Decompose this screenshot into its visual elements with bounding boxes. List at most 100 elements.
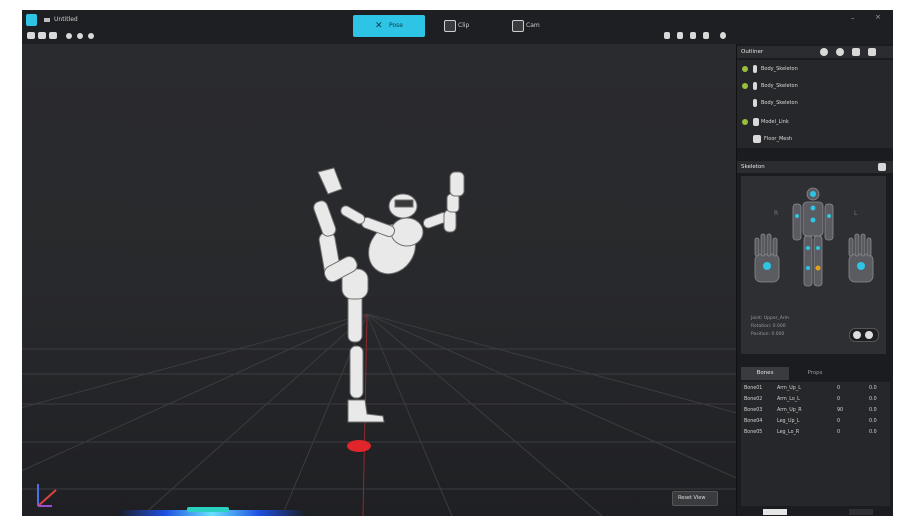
table-cell: 0.0 — [869, 419, 877, 424]
bottom-right-button[interactable] — [849, 509, 873, 515]
app-window: Untitled ✕ Pose Clip Cam – × Reset View … — [22, 10, 893, 516]
tab-props[interactable]: Props — [791, 367, 839, 380]
outliner-list: Body_Skeleton Body_Skeleton Body_Skeleto… — [737, 60, 893, 148]
reset-view-button[interactable]: Reset View — [672, 491, 718, 506]
mode-label-pose: Pose — [389, 22, 403, 29]
outliner-item-label: Body_Skeleton — [761, 100, 798, 106]
outliner-item-label: Floor_Mesh — [764, 136, 793, 142]
outliner-item-label: Model_Link — [761, 119, 789, 125]
undo-icon[interactable] — [66, 33, 72, 39]
table-row[interactable]: Bone01 Arm_Up_L 0 0.0 — [741, 386, 890, 396]
outliner-item[interactable]: Floor_Mesh — [737, 132, 893, 146]
info-line: Rotation: 0.000 — [751, 324, 786, 329]
mode-label-clip: Clip — [458, 22, 470, 29]
right-hand-joint[interactable] — [857, 262, 865, 270]
right-panel: Outliner Body_Skeleton Body_Skeleton Bod… — [736, 44, 893, 516]
redo-icon[interactable] — [77, 33, 83, 39]
toggle-knob-left — [853, 331, 861, 339]
table-cell: 0.0 — [869, 408, 877, 413]
top-toolbar: Untitled ✕ Pose Clip Cam – × — [22, 10, 893, 44]
info-lines: Joint: Upper_Arm Rotation: 0.000 Positio… — [751, 316, 789, 337]
bone-table: Bone01 Arm_Up_L 0 0.0 Bone02 Arm_Lo_L 0 … — [741, 382, 890, 506]
visibility-dot[interactable] — [742, 83, 748, 89]
skeleton-header: Skeleton — [737, 161, 893, 173]
table-cell: Arm_Lo_L — [777, 397, 800, 402]
eye-icon[interactable] — [664, 32, 670, 39]
tab-bones[interactable]: Bones — [741, 367, 789, 380]
skeleton-title: Skeleton — [741, 164, 765, 170]
table-cell: Bone04 — [744, 419, 763, 424]
selected-joint[interactable] — [815, 265, 821, 271]
body-map: R L Joint: Upper_Arm Rotation: 0.000 Pos… — [741, 176, 886, 354]
outliner-folder-icon[interactable] — [868, 48, 876, 56]
collapse-icon[interactable] — [878, 163, 886, 171]
minimize-icon[interactable]: – — [851, 14, 855, 22]
lock-icon[interactable] — [703, 32, 709, 39]
layout-icon[interactable] — [38, 32, 46, 39]
bone-icon — [753, 65, 757, 73]
visibility-dot[interactable] — [742, 66, 748, 72]
mode-button-cam[interactable]: Cam — [510, 15, 554, 37]
brush-icon[interactable] — [690, 32, 696, 39]
gear-icon[interactable] — [720, 32, 726, 39]
table-cell: 0 — [837, 386, 841, 391]
mannequin-figure[interactable] — [312, 167, 465, 423]
bone-icon — [753, 82, 757, 90]
table-row[interactable]: Bone02 Arm_Lo_L 0 0.0 — [741, 397, 890, 407]
outliner-add-icon[interactable] — [820, 48, 828, 56]
mode-button-clip[interactable]: Clip — [442, 15, 486, 37]
mode-label-cam: Cam — [526, 22, 540, 29]
table-cell: Bone01 — [744, 386, 763, 391]
table-cell: 0 — [837, 419, 841, 424]
3d-viewport[interactable]: Reset View — [22, 44, 736, 516]
outliner-item[interactable]: Body_Skeleton — [737, 62, 893, 76]
outliner-item[interactable]: Model_Link — [737, 115, 893, 129]
table-cell: Arm_Up_R — [777, 408, 802, 413]
pose-icon: ✕ — [375, 21, 383, 31]
left-hand-map[interactable] — [754, 233, 780, 283]
mirror-toggle[interactable] — [849, 328, 879, 342]
bottom-left-button[interactable] — [763, 509, 787, 515]
info-line: Position: 0.000 — [751, 332, 785, 337]
file-name: Untitled — [54, 16, 78, 23]
table-cell: Bone03 — [744, 408, 763, 413]
table-row[interactable]: Bone04 Leg_Up_L 0 0.0 — [741, 419, 890, 429]
table-cell: 0.0 — [869, 430, 877, 435]
close-icon[interactable]: × — [875, 13, 881, 21]
outliner-item[interactable]: Body_Skeleton — [737, 96, 893, 110]
list-icon[interactable] — [49, 32, 57, 39]
clip-icon — [444, 20, 456, 32]
table-cell: 0.0 — [869, 386, 877, 391]
floor-marker[interactable] — [347, 440, 371, 452]
mode-button-pose[interactable]: ✕ Pose — [353, 15, 425, 37]
mesh-icon — [753, 135, 761, 143]
table-row[interactable]: Bone03 Arm_Up_R 90 0.0 — [741, 408, 890, 418]
outliner-item-label: Body_Skeleton — [761, 83, 798, 89]
outliner-copy-icon[interactable] — [836, 48, 844, 56]
table-row[interactable]: Bone05 Leg_Lo_R 0 0.0 — [741, 430, 890, 440]
zoom-icon[interactable] — [88, 33, 94, 39]
camera-icon — [512, 20, 524, 32]
table-cell: Leg_Up_L — [777, 419, 800, 424]
outliner-title: Outliner — [741, 49, 764, 55]
light-icon[interactable] — [677, 32, 683, 39]
bone-icon — [753, 99, 757, 107]
outliner-item[interactable]: Body_Skeleton — [737, 79, 893, 93]
table-cell: 0.0 — [869, 397, 877, 402]
menu-icon[interactable] — [44, 18, 50, 22]
info-line: Joint: Upper_Arm — [751, 316, 790, 321]
outliner-item-label: Body_Skeleton — [761, 66, 798, 72]
table-cell: 0 — [837, 430, 841, 435]
axis-gizmo — [37, 484, 57, 507]
visibility-dot[interactable] — [742, 119, 748, 125]
table-cell: Bone02 — [744, 397, 763, 402]
outliner-delete-icon[interactable] — [852, 48, 860, 56]
scene-svg — [22, 167, 736, 516]
table-cell: Arm_Up_L — [777, 386, 801, 391]
grid-icon[interactable] — [27, 32, 35, 39]
left-hand-joint[interactable] — [763, 262, 771, 270]
right-hand-map[interactable] — [848, 233, 874, 283]
body-silhouette[interactable] — [792, 187, 834, 287]
logo-icon[interactable] — [26, 14, 37, 26]
table-cell: 90 — [837, 408, 844, 413]
